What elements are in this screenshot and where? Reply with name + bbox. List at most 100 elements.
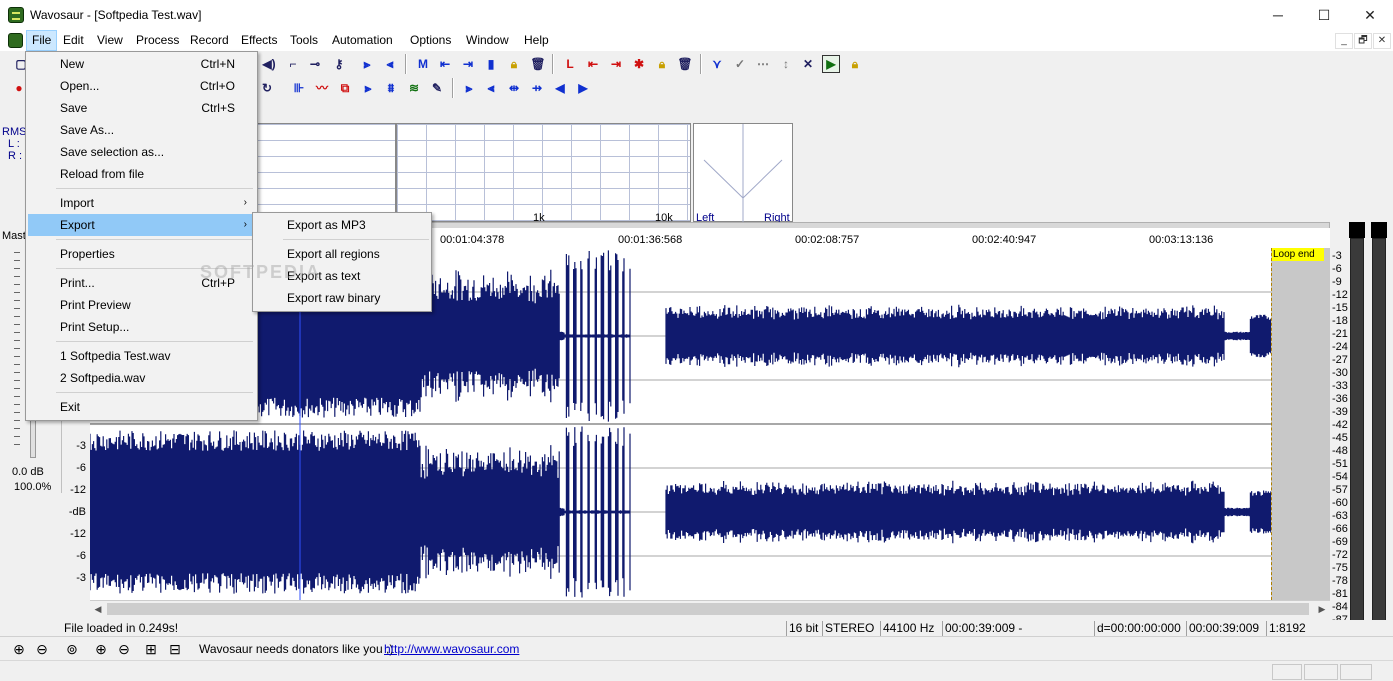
- wavosaur-window: Wavosaur - [Softpedia Test.wav] ─ ☐ ✕ Fi…: [0, 0, 1393, 681]
- shrink-icon[interactable]: ⫸: [460, 79, 478, 97]
- copy-icon[interactable]: ⧉: [336, 79, 354, 97]
- level-meter-left: [1350, 238, 1364, 630]
- zoom-all-icon[interactable]: ⊟: [166, 640, 184, 658]
- trash-icon[interactable]: 🗑︎: [529, 55, 547, 73]
- key-icon[interactable]: ⚷: [330, 55, 348, 73]
- menu-item-new[interactable]: New Ctrl+N: [28, 53, 255, 75]
- red-arrow-left-icon[interactable]: ⇤: [584, 55, 602, 73]
- menu-help[interactable]: Help: [519, 30, 554, 51]
- zoom-fit-icon[interactable]: ⊚: [63, 640, 81, 658]
- trash-icon[interactable]: 🗑︎: [676, 55, 694, 73]
- mdi-minimize-button[interactable]: _: [1335, 33, 1353, 49]
- lock-icon[interactable]: 🔒︎: [653, 55, 671, 73]
- menu-tools[interactable]: Tools: [285, 30, 323, 51]
- maximize-button[interactable]: ☐: [1301, 0, 1347, 30]
- menu-item-import[interactable]: Import ›: [28, 192, 255, 214]
- left-bar-icon[interactable]: ⇹: [505, 79, 523, 97]
- time-label: 00:01:04:378: [440, 234, 505, 246]
- zoom-in-icon[interactable]: ⊕: [10, 640, 28, 658]
- export-mp3-item[interactable]: Export as MP3: [255, 214, 429, 236]
- menu-item-save[interactable]: Save Ctrl+S: [28, 97, 255, 119]
- speaker-icon[interactable]: ◀): [260, 55, 278, 73]
- waveform-split-icon[interactable]: ⫷: [381, 55, 399, 73]
- menu-window[interactable]: Window: [461, 30, 514, 51]
- close-button[interactable]: ✕: [1347, 0, 1393, 30]
- lock-icon[interactable]: 🔒︎: [505, 55, 523, 73]
- scroll-right-icon[interactable]: ▶: [1314, 601, 1330, 617]
- time-label: 00:02:08:757: [795, 234, 860, 246]
- zoom-out-icon[interactable]: ⊖: [33, 640, 51, 658]
- scroll-left-icon[interactable]: ◀: [90, 601, 106, 617]
- waveform-icon[interactable]: ⫸: [358, 55, 376, 73]
- horizontal-scrollbar[interactable]: ◀ ▶: [90, 600, 1330, 616]
- minimize-button[interactable]: ─: [1255, 0, 1301, 30]
- dots-icon[interactable]: ⋯: [754, 55, 772, 73]
- zoom-out-v-icon[interactable]: ⊖: [115, 640, 133, 658]
- arrow-right-icon[interactable]: ⇥: [459, 55, 477, 73]
- bit-depth: 16 bit: [786, 621, 822, 636]
- window-title: Wavosaur - [Softpedia Test.wav]: [30, 8, 202, 22]
- envelope-icon[interactable]: ⋎: [708, 55, 726, 73]
- pencil-icon[interactable]: ✎: [428, 79, 446, 97]
- waveform-icon[interactable]: ⫸: [359, 79, 377, 97]
- red-marker-icon[interactable]: L: [561, 55, 579, 73]
- menu-item-save-as[interactable]: Save As...: [28, 119, 255, 141]
- menu-options[interactable]: Options: [405, 30, 456, 51]
- menu-process[interactable]: Process: [131, 30, 184, 51]
- prev-icon[interactable]: ◀: [551, 79, 569, 97]
- menu-automation[interactable]: Automation: [327, 30, 398, 51]
- menu-effects[interactable]: Effects: [236, 30, 282, 51]
- menu-item-save-selection[interactable]: Save selection as...: [28, 141, 255, 163]
- cross-icon[interactable]: ✕: [799, 55, 817, 73]
- meter-clip-right: [1371, 222, 1387, 238]
- play-box-icon[interactable]: ▶: [822, 55, 840, 73]
- zoom-in-v-icon[interactable]: ⊕: [92, 640, 110, 658]
- selection-icon[interactable]: ▮: [482, 55, 500, 73]
- selection-range: 00:00:39:009 - 00:00:39:009: [942, 621, 1094, 649]
- scrollbar-thumb[interactable]: [107, 603, 1309, 615]
- filter-icon[interactable]: ≋: [405, 79, 423, 97]
- menu-item-reload[interactable]: Reload from file: [28, 163, 255, 185]
- right-bar-icon[interactable]: ⇸: [528, 79, 546, 97]
- marker-m-icon[interactable]: M: [414, 55, 432, 73]
- menu-item-print-setup[interactable]: Print Setup...: [28, 316, 255, 338]
- link-icon[interactable]: ⌐: [284, 55, 302, 73]
- menu-record[interactable]: Record: [185, 30, 234, 51]
- lock-icon[interactable]: 🔒︎: [846, 55, 864, 73]
- zoom-sel-icon[interactable]: ⊞: [142, 640, 160, 658]
- menu-file[interactable]: File: [26, 30, 58, 51]
- website-link[interactable]: http://www.wavosaur.com: [384, 642, 519, 656]
- menu-item-open[interactable]: Open... Ctrl+O: [28, 75, 255, 97]
- menu-bar: File Edit View Process Record Effects To…: [0, 30, 1393, 51]
- meter-db-label: -51: [1332, 458, 1348, 470]
- rms-label: RMS: [2, 126, 27, 138]
- menu-edit[interactable]: Edit: [58, 30, 89, 51]
- next-icon[interactable]: ▶: [574, 79, 592, 97]
- menu-item-print-preview[interactable]: Print Preview: [28, 294, 255, 316]
- menu-item-recent-1[interactable]: 1 Softpedia Test.wav: [28, 345, 255, 367]
- eq-icon[interactable]: ⩩: [382, 79, 400, 97]
- arrow-left-icon[interactable]: ⇤: [436, 55, 454, 73]
- loop-region[interactable]: [1271, 248, 1330, 600]
- check-icon[interactable]: ✓: [731, 55, 749, 73]
- red-star-icon[interactable]: ✱: [630, 55, 648, 73]
- graph-icon[interactable]: 〰: [313, 79, 331, 97]
- updown-icon[interactable]: ↕: [777, 55, 795, 73]
- loop-icon[interactable]: ↻: [258, 79, 276, 97]
- red-arrow-right-icon[interactable]: ⇥: [607, 55, 625, 73]
- loop-end-marker[interactable]: Loop end: [1272, 248, 1324, 261]
- menu-item-exit[interactable]: Exit: [28, 396, 255, 418]
- menu-view[interactable]: View: [92, 30, 128, 51]
- document-icon[interactable]: [8, 33, 23, 48]
- menu-item-recent-2[interactable]: 2 Softpedia.wav: [28, 367, 255, 389]
- connector-icon[interactable]: ⊸: [306, 55, 324, 73]
- menu-item-label: Save selection as...: [60, 145, 165, 159]
- db-label: -6: [76, 462, 86, 474]
- toolbar-separator: [552, 54, 554, 74]
- menu-item-export[interactable]: Export ›: [28, 214, 255, 236]
- mdi-close-button[interactable]: ✕: [1373, 33, 1391, 49]
- normalize-icon[interactable]: ⊪: [290, 79, 308, 97]
- export-raw-binary-item[interactable]: Export raw binary: [255, 287, 429, 309]
- mdi-restore-button[interactable]: 🗗: [1354, 33, 1372, 49]
- expand-icon[interactable]: ⫷: [482, 79, 500, 97]
